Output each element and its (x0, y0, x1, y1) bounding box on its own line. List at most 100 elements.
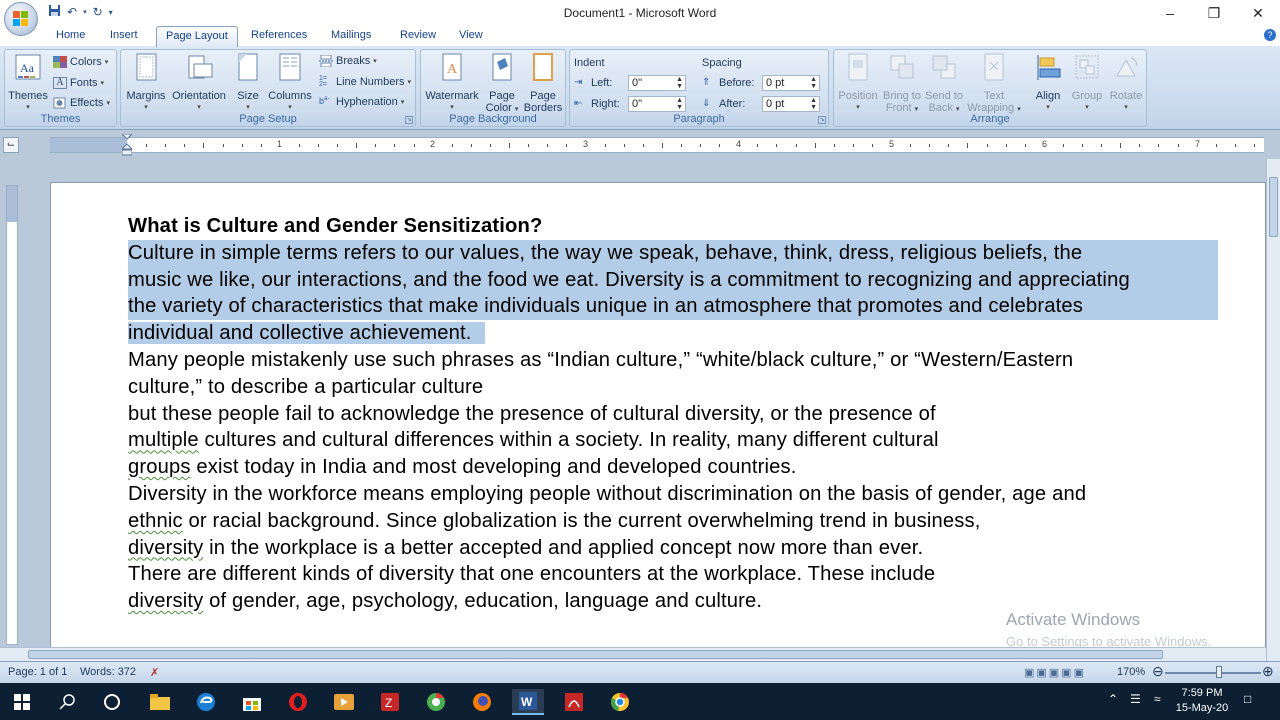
margins-button[interactable]: Margins ▾ (125, 52, 167, 114)
tab-mailings[interactable]: Mailings (331, 29, 371, 41)
indent-left-field[interactable]: 0" ▲ ▼ (628, 75, 686, 91)
ruler-tick (203, 143, 205, 148)
effects-button[interactable]: Effects ▾ (53, 97, 110, 109)
bring-to-front-button[interactable]: Bring to Front ▾ (880, 52, 924, 116)
text-line: There are different kinds of diversity t… (128, 563, 936, 586)
breaks-button[interactable]: Breaks ▾ (319, 54, 377, 68)
close-button[interactable]: ✕ (1236, 0, 1280, 26)
search-icon[interactable] (54, 689, 82, 715)
themes-button[interactable]: Aa Themes ▾ (8, 52, 48, 114)
firefox-icon[interactable] (468, 689, 496, 715)
columns-button[interactable]: Columns ▾ (267, 52, 313, 114)
zoom-slider[interactable] (1165, 672, 1261, 674)
wifi-icon[interactable]: ≈ (1154, 692, 1161, 706)
office-button[interactable] (4, 2, 38, 36)
text-wrapping-button[interactable]: Text Wrapping ▾ (966, 52, 1022, 116)
horizontal-scrollbar[interactable] (0, 647, 1266, 661)
network-icon[interactable]: ☰ (1130, 692, 1141, 706)
grammar-flag[interactable]: diversity (128, 537, 203, 559)
chrome-icon[interactable] (606, 689, 634, 715)
ruler-number: 6 (1042, 139, 1048, 149)
rotate-button[interactable]: Rotate ▾ (1106, 52, 1146, 114)
edge-icon[interactable] (192, 689, 220, 715)
ruler-tick (241, 144, 243, 147)
colors-icon (53, 56, 67, 68)
chrome-app-icon[interactable] (422, 689, 450, 715)
horizontal-scroll-thumb[interactable] (28, 650, 1163, 659)
filezilla-icon[interactable]: Z (376, 689, 404, 715)
page-count[interactable]: Page: 1 of 1 (8, 666, 67, 678)
restore-button[interactable]: ❐ (1192, 0, 1236, 26)
start-icon[interactable] (8, 689, 36, 715)
vertical-scroll-thumb[interactable] (1269, 177, 1278, 237)
zoom-level[interactable]: 170% (1117, 666, 1145, 678)
align-button[interactable]: Align ▾ (1028, 52, 1068, 114)
minimize-button[interactable]: – (1148, 0, 1192, 26)
page-color-button[interactable]: Page Color ▾ (483, 52, 521, 116)
grammar-flag[interactable]: ethnic (128, 510, 183, 532)
horizontal-ruler[interactable]: 1 2 3 4 5 6 7 (50, 137, 1264, 153)
tab-insert[interactable]: Insert (110, 29, 138, 41)
grammar-flag[interactable]: diversity (128, 590, 203, 612)
spacing-before-spinner[interactable]: ▲ ▼ (810, 76, 817, 90)
grammar-flag[interactable]: multiple (128, 429, 199, 451)
indent-left-spinner[interactable]: ▲ ▼ (676, 76, 683, 90)
tray-chevron-icon[interactable]: ⌃ (1108, 692, 1118, 706)
indent-right-spinner[interactable]: ▲ ▼ (676, 97, 683, 111)
hyphenation-button[interactable]: ba- Hyphenation ▾ (319, 96, 404, 108)
position-button[interactable]: Position ▾ (836, 52, 880, 114)
help-icon[interactable]: ? (1264, 29, 1276, 41)
tab-review[interactable]: Review (400, 29, 436, 41)
tab-page-layout[interactable]: Page Layout (156, 26, 238, 47)
fonts-button[interactable]: A Fonts ▾ (53, 77, 104, 89)
paragraph-launcher-icon[interactable]: ↘ (818, 116, 826, 124)
system-clock[interactable]: 7:59 PM 15-May-20 (1172, 686, 1232, 716)
zoom-in-icon[interactable]: ⊕ (1262, 663, 1274, 680)
ruler-tick (642, 144, 644, 147)
line-numbers-icon: 1= 2= (319, 75, 327, 88)
document-body[interactable]: What is Culture and Gender Sensitization… (128, 213, 1265, 615)
page-setup-launcher-icon[interactable]: ↘ (405, 116, 413, 124)
grammar-flag[interactable]: groups (128, 456, 191, 478)
store-icon[interactable] (238, 689, 266, 715)
cortana-icon[interactable] (98, 689, 126, 715)
spacing-after-field[interactable]: 0 pt ▲ ▼ (762, 96, 820, 112)
acrobat-icon[interactable] (560, 689, 588, 715)
fonts-icon: A (53, 77, 67, 89)
zoom-slider-knob[interactable] (1216, 666, 1222, 678)
tab-references[interactable]: References (251, 29, 307, 41)
tab-home[interactable]: Home (56, 29, 85, 41)
notifications-icon[interactable]: □ (1244, 692, 1251, 706)
ruler-tick (1024, 144, 1026, 147)
zoom-out-icon[interactable]: ⊖ (1152, 663, 1164, 680)
tab-selector-icon[interactable]: ⌙ (3, 137, 19, 153)
proofing-error-icon[interactable]: ✗ (150, 666, 159, 679)
view-buttons[interactable]: ▣▣▣▣▣ (1024, 666, 1086, 679)
send-to-back-icon (932, 55, 956, 79)
spacing-before-field[interactable]: 0 pt ▲ ▼ (762, 75, 820, 91)
tab-view[interactable]: View (459, 29, 483, 41)
media-player-icon[interactable] (330, 689, 358, 715)
word-count[interactable]: Words: 372 (80, 666, 136, 678)
vertical-scrollbar[interactable] (1266, 159, 1280, 661)
document-page[interactable]: What is Culture and Gender Sensitization… (50, 182, 1266, 652)
watermark-button[interactable]: A Watermark ▾ (425, 52, 479, 114)
indent-right-field[interactable]: 0" ▲ ▼ (628, 96, 686, 112)
indent-marker-icon[interactable] (122, 134, 132, 156)
spacing-after-spinner[interactable]: ▲ ▼ (810, 97, 817, 111)
colors-button[interactable]: Colors ▾ (53, 56, 108, 68)
ruler-number: 3 (583, 139, 589, 149)
size-button[interactable]: Size ▾ (231, 52, 265, 114)
opera-icon[interactable] (284, 689, 312, 715)
page-borders-button[interactable]: Page Borders (523, 52, 563, 114)
ruler-tick (680, 144, 682, 147)
send-to-back-button[interactable]: Send to Back ▾ (922, 52, 966, 116)
ribbon: Aa Themes ▾ Colors ▾ A Fonts ▾ Effects ▾ Th… (0, 46, 1280, 130)
spacing-before-icon: ⇑ (702, 77, 711, 88)
word-taskbar-icon[interactable]: W (512, 689, 544, 715)
ruler-tick (1101, 144, 1103, 147)
group-button[interactable]: Group ▾ (1068, 52, 1106, 114)
file-explorer-icon[interactable] (146, 689, 174, 715)
line-numbers-button[interactable]: 1= 2= Line Numbers ▾ (319, 75, 411, 88)
orientation-button[interactable]: Orientation ▾ (169, 52, 229, 114)
